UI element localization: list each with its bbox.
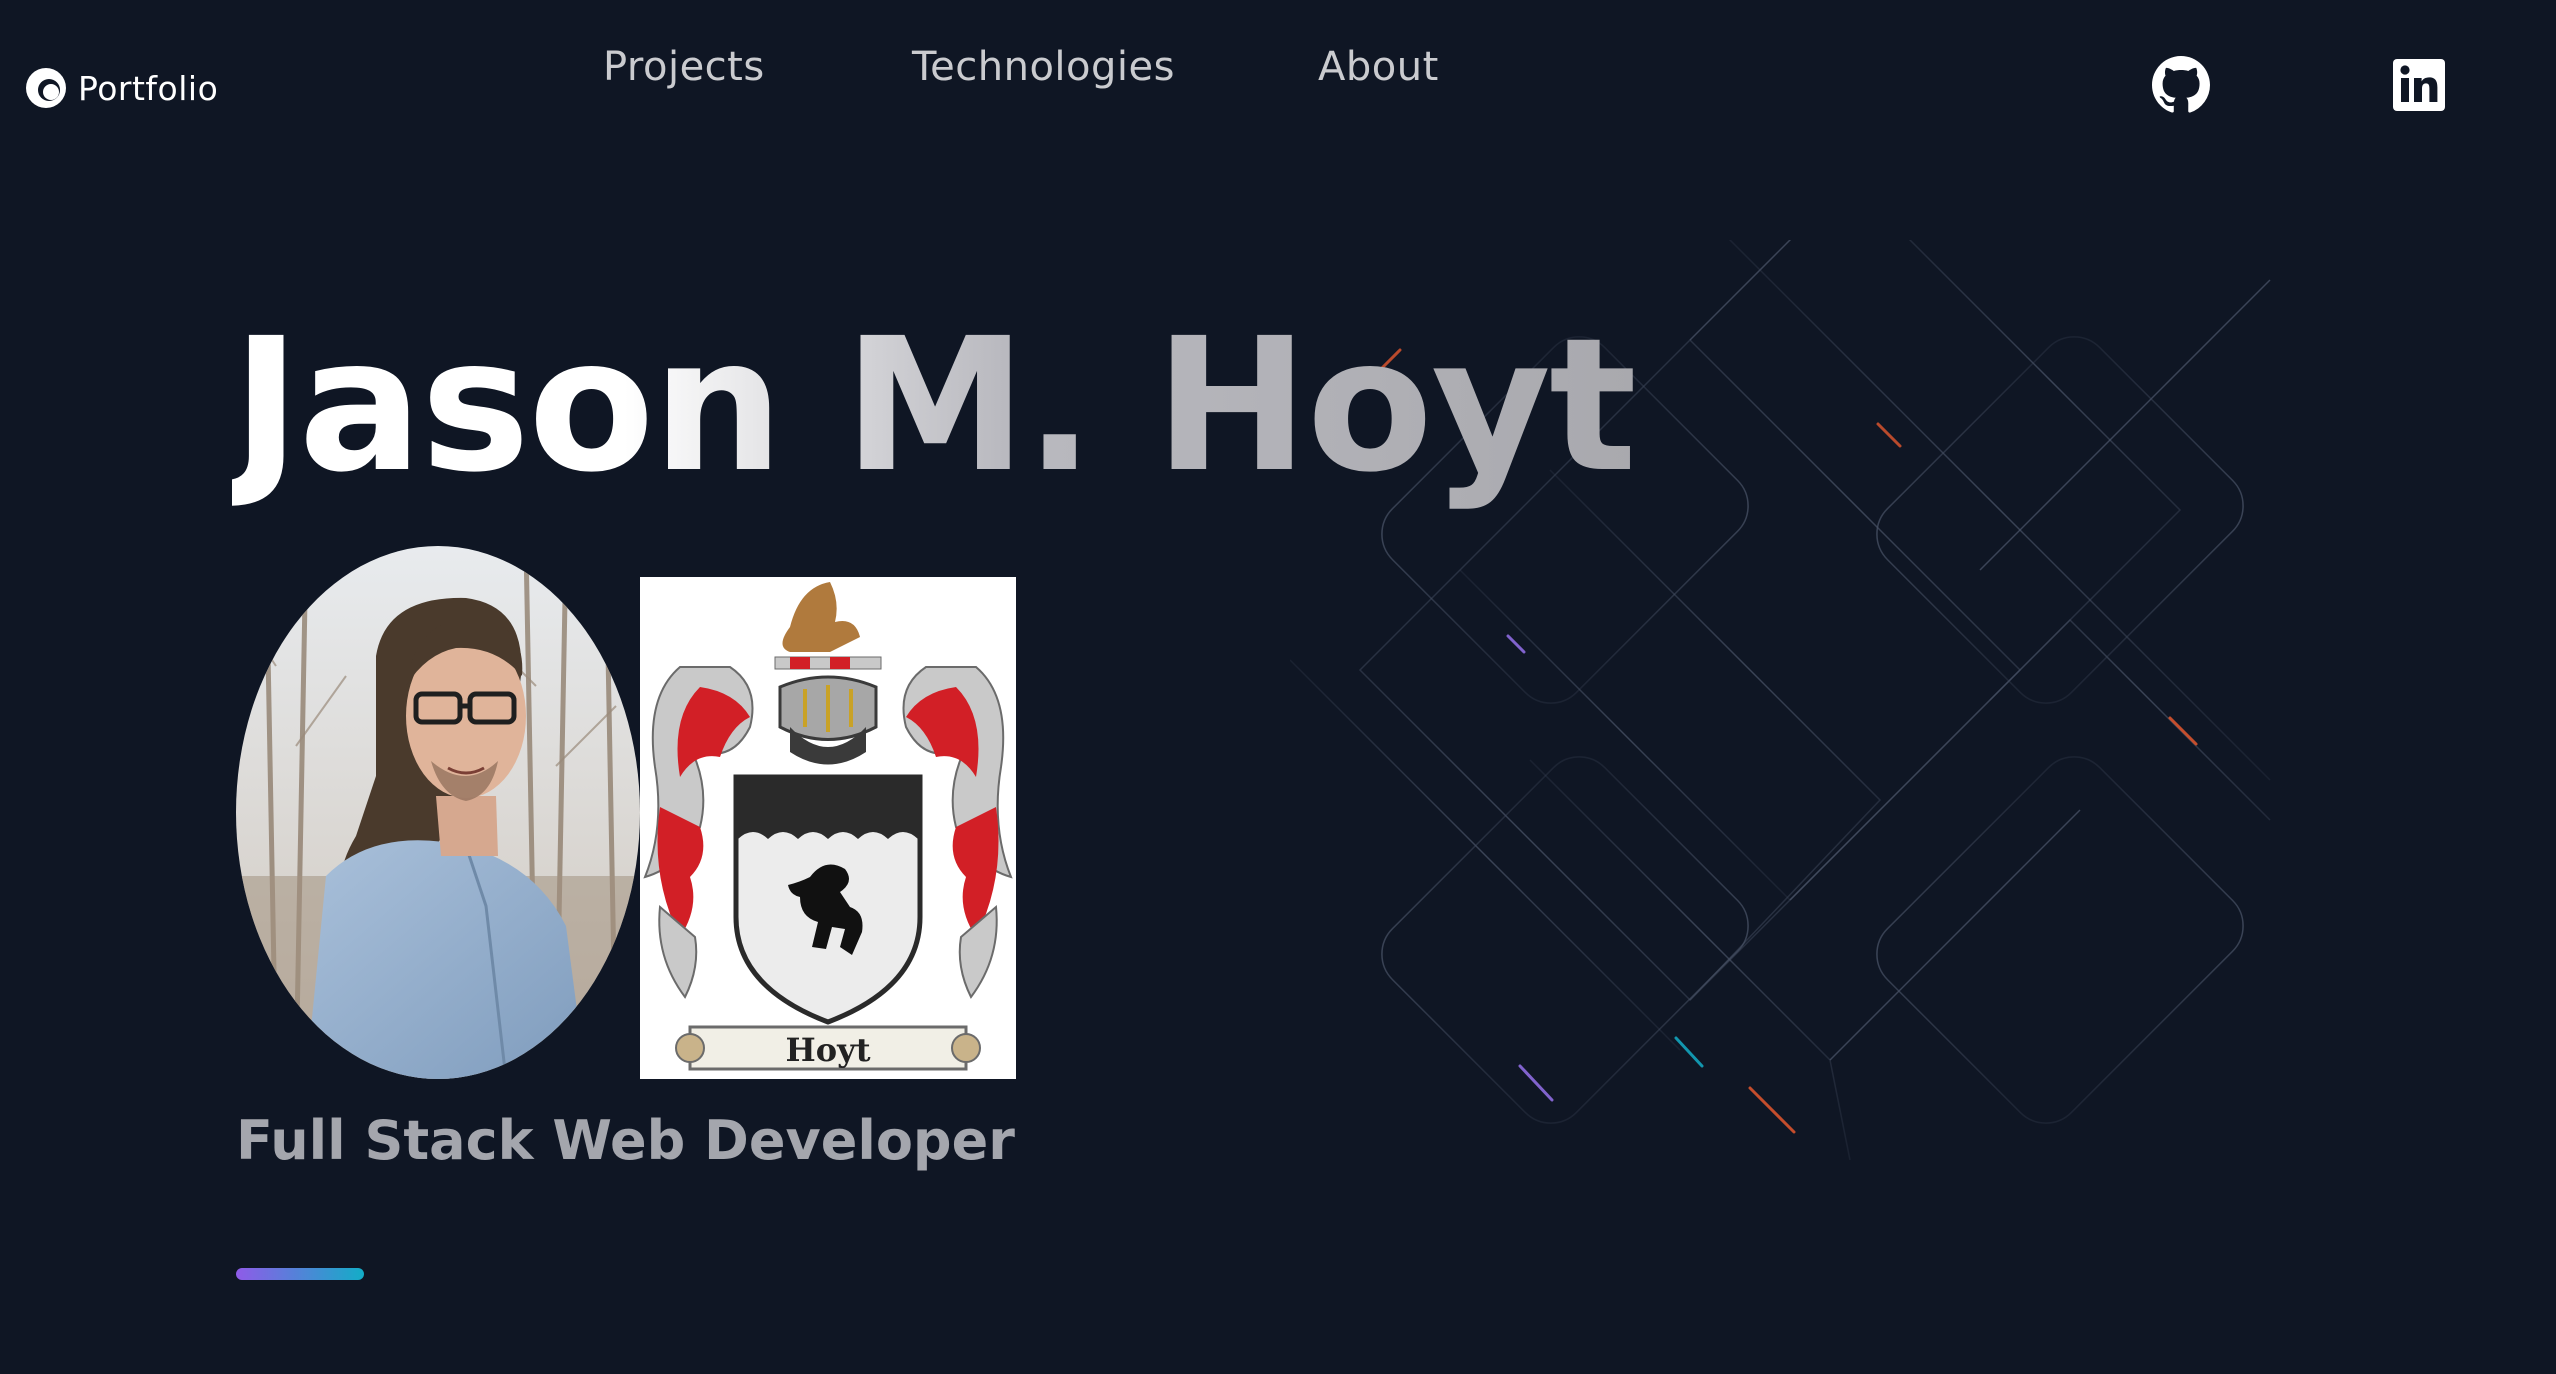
accent-divider [236, 1268, 364, 1280]
nav-link-technologies[interactable]: Technologies [912, 44, 1175, 90]
logo-text: Portfolio [78, 68, 219, 108]
portfolio-logo-link[interactable]: Portfolio [24, 66, 218, 110]
linkedin-link[interactable] [2390, 56, 2448, 114]
hero-subtitle: Full Stack Web Developer [236, 1109, 1015, 1172]
github-icon [2152, 56, 2210, 113]
logo-icon [26, 68, 66, 108]
github-link[interactable] [2152, 56, 2210, 114]
profile-photo [236, 546, 640, 1079]
linkedin-icon [2393, 59, 2445, 111]
nav-link-projects[interactable]: Projects [603, 44, 765, 90]
crest-banner-text: Hoyt [786, 1031, 871, 1069]
portfolio-page: Portfolio Projects Technologies About Ja… [0, 0, 2556, 1374]
nav-link-about[interactable]: About [1318, 44, 1439, 90]
hero-name-title: Jason M. Hoyt [232, 296, 1637, 516]
family-crest-image: Hoyt [640, 577, 1016, 1079]
